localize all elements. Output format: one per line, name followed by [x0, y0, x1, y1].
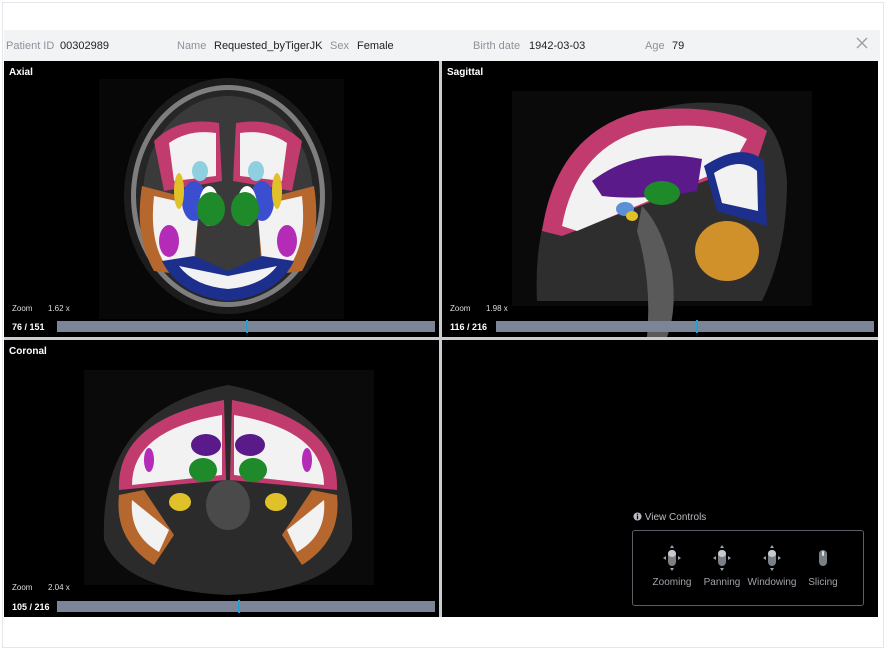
name-label: Name	[177, 40, 207, 52]
axial-zoom-label: Zoom	[12, 304, 33, 313]
sagittal-slice-slider[interactable]	[496, 320, 874, 333]
coronal-slider-thumb[interactable]	[238, 600, 241, 613]
patient-id-value: 00302989	[60, 40, 109, 52]
control-zooming: Zooming	[647, 545, 697, 588]
coronal-slice-counter: 105 / 216	[12, 602, 50, 612]
view-controls-pane: View Controls Zooming Panning Windowing …	[442, 340, 878, 617]
name-value: Requested_byTigerJK	[214, 40, 323, 52]
sagittal-zoom-value: 1.98 x	[486, 304, 508, 313]
control-windowing: Windowing	[747, 545, 797, 588]
axial-slider-thumb[interactable]	[246, 320, 248, 333]
mouse-scroll-icon	[819, 550, 827, 566]
axial-slice-counter: 76 / 151	[12, 322, 45, 332]
control-slicing: Slicing	[798, 545, 848, 588]
axial-image[interactable]	[4, 61, 439, 337]
coronal-title: Coronal	[9, 346, 47, 357]
control-panning: Panning	[697, 545, 747, 588]
patient-id-label: Patient ID	[6, 40, 55, 52]
sagittal-pane[interactable]: Sagittal Zoom 1.98 x 116 / 216	[442, 61, 878, 337]
coronal-zoom-label: Zoom	[12, 583, 33, 592]
sex-label: Sex	[330, 40, 349, 52]
sagittal-zoom-label: Zoom	[450, 304, 471, 313]
close-icon[interactable]	[856, 36, 868, 54]
mouse-window-icon	[763, 545, 781, 571]
birth-date-label: Birth date	[473, 40, 521, 52]
sagittal-title: Sagittal	[447, 67, 484, 78]
control-zooming-label: Zooming	[652, 577, 692, 588]
view-controls-header: View Controls	[633, 512, 706, 523]
axial-slice-slider[interactable]	[57, 320, 435, 333]
birth-date-value: 1942-03-03	[529, 40, 586, 52]
control-slicing-label: Slicing	[808, 577, 838, 588]
viewer-grid: Axial Zoom 1.62 x 76 / 151 Sagittal Zoom…	[4, 61, 878, 617]
age-value: 79	[672, 40, 685, 52]
view-controls-box: Zooming Panning Windowing Slicing	[632, 530, 864, 606]
view-controls-title: View Controls	[644, 512, 707, 523]
sagittal-slice-counter: 116 / 216	[450, 322, 488, 332]
patient-info-bar: Patient ID 00302989 Name Requested_byTig…	[4, 30, 880, 61]
coronal-pane[interactable]: Coronal Zoom 2.04 x 105 / 216	[4, 340, 439, 617]
coronal-image[interactable]	[4, 340, 439, 617]
axial-title: Axial	[9, 67, 33, 78]
sagittal-slider-thumb[interactable]	[696, 320, 699, 333]
mouse-pan-icon	[713, 545, 731, 571]
control-windowing-label: Windowing	[747, 577, 797, 588]
info-icon	[633, 512, 642, 521]
control-panning-label: Panning	[703, 577, 741, 588]
axial-pane[interactable]: Axial Zoom 1.62 x 76 / 151	[4, 61, 439, 337]
sagittal-image[interactable]	[442, 61, 878, 337]
age-label: Age	[645, 40, 665, 52]
mouse-zoom-icon	[663, 545, 681, 571]
axial-zoom-value: 1.62 x	[48, 304, 70, 313]
sex-value: Female	[357, 40, 394, 52]
coronal-zoom-value: 2.04 x	[48, 583, 70, 592]
coronal-slice-slider[interactable]	[57, 600, 435, 613]
